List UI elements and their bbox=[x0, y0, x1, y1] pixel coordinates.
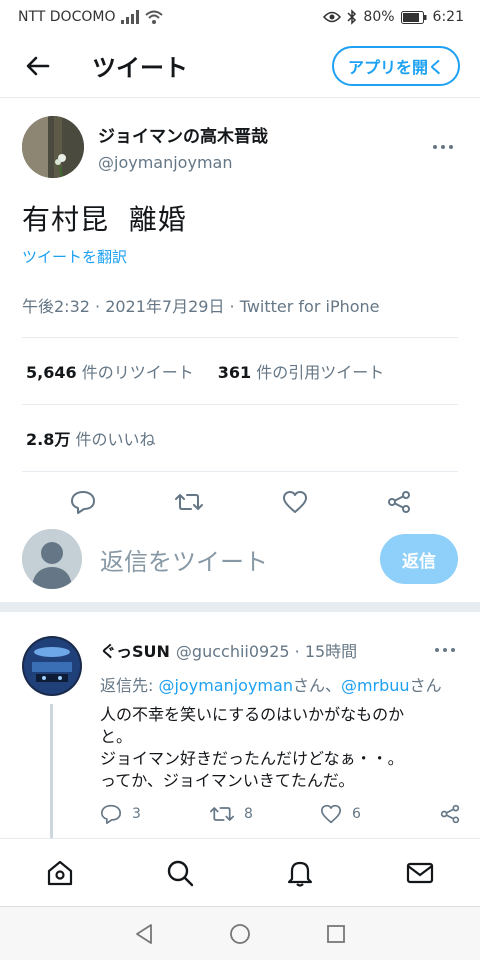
dot bbox=[441, 145, 445, 149]
search-icon[interactable] bbox=[166, 859, 194, 887]
reply-text-line: と。 bbox=[100, 727, 133, 746]
share-icon[interactable] bbox=[387, 490, 411, 514]
eye-icon bbox=[323, 11, 342, 23]
likes-stat[interactable]: 2.8万 件のいいね bbox=[26, 426, 155, 450]
like-count: 6 bbox=[352, 806, 361, 822]
reply-icon[interactable] bbox=[70, 490, 96, 514]
notifications-icon[interactable] bbox=[286, 859, 314, 887]
reply-text-line: ジョイマン好きだったんだけどなぁ・・。 bbox=[100, 749, 404, 768]
dot bbox=[433, 145, 437, 149]
mention-link[interactable]: @joymanjoyman bbox=[158, 676, 292, 695]
carrier-label: NTT DOCOMO bbox=[18, 9, 116, 25]
retweet-icon[interactable] bbox=[174, 491, 203, 513]
reply-like-action[interactable]: 6 bbox=[320, 804, 430, 824]
main-tweet: ジョイマンの高木晋哉 @joymanjoyman 有村昆 離婚 ツイートを翻訳 … bbox=[0, 98, 480, 532]
reply-input[interactable]: 返信をツイート bbox=[100, 542, 380, 577]
author-row: ジョイマンの高木晋哉 @joymanjoyman bbox=[0, 98, 480, 180]
quotes-stat[interactable]: 361 件の引用ツイート bbox=[218, 359, 385, 383]
reply-retweet-action[interactable]: 8 bbox=[210, 804, 320, 824]
reply-text-line: 人の不幸を笑いにするのはいかがなものか bbox=[100, 705, 405, 724]
dot bbox=[443, 648, 447, 652]
likes-row: 2.8万 件のいいね bbox=[0, 405, 480, 471]
share-icon[interactable] bbox=[440, 804, 460, 824]
retweet-count: 8 bbox=[244, 806, 253, 822]
reply-text-line: ってか、ジョイマンいきてたんだ。 bbox=[100, 771, 355, 790]
back-button[interactable] bbox=[0, 34, 76, 98]
quotes-count: 361 bbox=[217, 363, 252, 382]
app-header: ツイート アプリを開く bbox=[0, 34, 480, 98]
thread-line bbox=[50, 704, 53, 840]
reply-reply-action[interactable]: 3 bbox=[100, 804, 210, 824]
retweets-stat[interactable]: 5,646 件のリツイート bbox=[26, 359, 194, 383]
tweet-meta: 午後2:32 · 2021年7月29日 · Twitter for iPhone bbox=[22, 297, 380, 316]
signal-icon bbox=[121, 10, 140, 24]
reply-submit-button[interactable]: 返信 bbox=[380, 534, 458, 584]
reply-to-prefix: 返信先: bbox=[100, 676, 159, 695]
reply-actions: 3 8 6 bbox=[100, 804, 460, 824]
more-options-button[interactable] bbox=[428, 137, 458, 157]
dot bbox=[451, 648, 455, 652]
page-title: ツイート bbox=[92, 54, 188, 82]
dot bbox=[435, 648, 439, 652]
translate-link[interactable]: ツイートを翻訳 bbox=[0, 238, 480, 267]
system-home-icon[interactable] bbox=[229, 923, 251, 945]
author-display-name[interactable]: ジョイマンの高木晋哉 bbox=[98, 122, 428, 147]
wifi-icon bbox=[145, 10, 164, 24]
reply-count: 3 bbox=[132, 806, 141, 822]
retweet-icon bbox=[210, 807, 234, 821]
open-app-button[interactable]: アプリを開く bbox=[331, 45, 460, 86]
user-avatar-placeholder bbox=[22, 529, 82, 589]
author-avatar[interactable] bbox=[22, 116, 84, 178]
home-icon[interactable] bbox=[46, 859, 74, 887]
reply-icon bbox=[101, 804, 121, 824]
likes-label: 件のいいね bbox=[75, 430, 156, 449]
arrow-left-icon bbox=[26, 56, 50, 75]
author-handle[interactable]: @joymanjoyman bbox=[98, 153, 428, 172]
dot bbox=[449, 145, 453, 149]
reply-author-avatar[interactable] bbox=[22, 636, 82, 696]
reply-tweet[interactable]: ぐっSUN @gucchii0925 · 15時間 返信先: @joymanjo… bbox=[0, 624, 480, 840]
messages-icon[interactable] bbox=[406, 859, 434, 887]
reply-display-name[interactable]: ぐっSUN bbox=[100, 638, 170, 662]
system-back-icon[interactable] bbox=[133, 923, 155, 945]
reply-composer: 返信をツイート 返信 bbox=[0, 516, 480, 612]
reply-more-button[interactable] bbox=[430, 640, 460, 660]
retweets-label: 件のリツイート bbox=[81, 363, 194, 382]
reply-handle-time: @gucchii0925 · 15時間 bbox=[175, 642, 358, 661]
bottom-nav bbox=[0, 838, 480, 906]
bluetooth-icon bbox=[347, 9, 357, 25]
like-icon bbox=[321, 804, 341, 824]
honorific: さん、 bbox=[292, 676, 341, 695]
retweets-count: 5,646 bbox=[26, 363, 77, 382]
stats-row: 5,646 件のリツイート 361 件の引用ツイート bbox=[0, 338, 480, 404]
battery-percent: 80% bbox=[363, 9, 395, 25]
quotes-label: 件の引用ツイート bbox=[256, 363, 385, 382]
like-icon[interactable] bbox=[282, 490, 308, 514]
mention-link[interactable]: @mrbuu bbox=[341, 676, 410, 695]
battery-icon bbox=[400, 10, 427, 24]
clock: 6:21 bbox=[432, 9, 464, 25]
honorific: さん bbox=[409, 676, 442, 695]
likes-count: 2.8万 bbox=[26, 430, 71, 449]
reply-text: 人の不幸を笑いにするのはいかがなものか と。 ジョイマン好きだったんだけどなぁ・… bbox=[100, 704, 460, 792]
tweet-text: 有村昆 離婚 bbox=[22, 203, 187, 236]
system-nav-bar bbox=[0, 906, 480, 960]
system-recents-icon[interactable] bbox=[325, 923, 347, 945]
status-bar: NTT DOCOMO 80% 6:21 bbox=[0, 0, 480, 34]
reply-to-line: 返信先: @joymanjoymanさん、@mrbuuさん bbox=[100, 672, 460, 696]
